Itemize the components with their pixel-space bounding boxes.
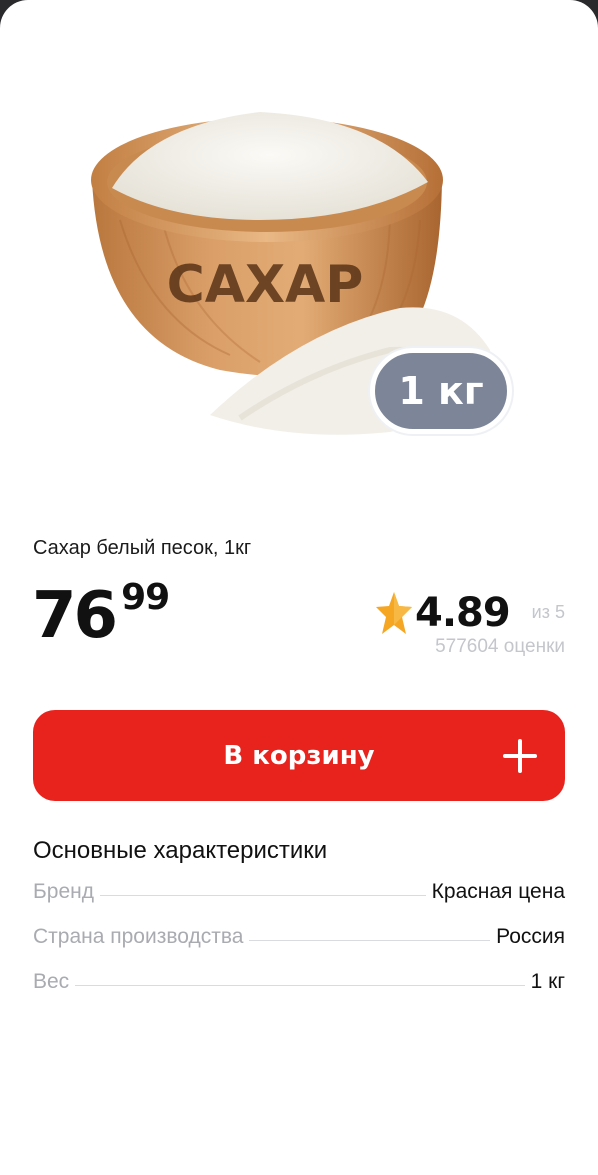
spec-value: 1 кг bbox=[530, 970, 565, 993]
spec-value: Россия bbox=[496, 925, 565, 948]
rating-count: 577604 оценки bbox=[435, 636, 565, 657]
bowl-label: САХАР bbox=[167, 255, 364, 315]
weight-badge: 1 кг bbox=[370, 348, 512, 434]
spec-row-country: Страна производства Россия bbox=[33, 925, 565, 970]
add-to-cart-label: В корзину bbox=[223, 740, 375, 771]
specs-list: Бренд Красная цена Страна производства Р… bbox=[33, 880, 565, 1015]
rating-block[interactable]: 4.89 из 5 577604 оценки bbox=[345, 590, 565, 660]
price-cents: 99 bbox=[121, 577, 170, 618]
add-to-cart-button[interactable]: В корзину bbox=[33, 710, 565, 801]
spec-leader-line bbox=[249, 940, 491, 941]
spec-label: Вес bbox=[33, 970, 70, 993]
spec-label: Страна производства bbox=[33, 925, 244, 948]
spec-leader-line bbox=[75, 985, 525, 986]
spec-row-weight: Вес 1 кг bbox=[33, 970, 565, 1015]
star-icon bbox=[376, 592, 412, 634]
product-sheet: САХАР 1 кг Сахар белый песок, 1кг 76 99 4… bbox=[0, 0, 598, 1175]
product-price: 76 99 bbox=[32, 577, 170, 648]
price-main: 76 bbox=[32, 579, 118, 653]
rating-value: 4.89 bbox=[415, 590, 511, 636]
rating-scale: из 5 bbox=[531, 602, 565, 622]
spec-leader-line bbox=[100, 895, 426, 896]
spec-row-brand: Бренд Красная цена bbox=[33, 880, 565, 925]
spec-label: Бренд bbox=[33, 880, 94, 903]
product-title: Сахар белый песок, 1кг bbox=[33, 537, 252, 559]
specs-title: Основные характеристики bbox=[33, 837, 328, 864]
spec-value[interactable]: Красная цена bbox=[432, 880, 565, 904]
plus-icon bbox=[503, 739, 537, 773]
